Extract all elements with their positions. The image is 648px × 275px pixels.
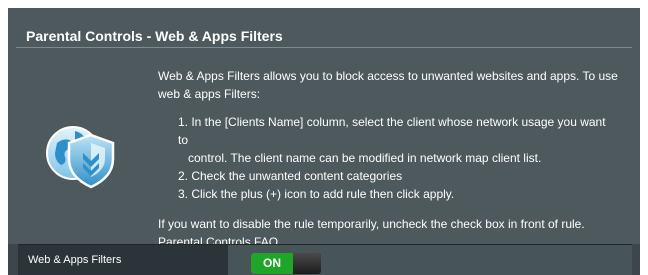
steps-list: 1. In the [Clients Name] column, select … bbox=[178, 113, 618, 203]
intro-section: Web & Apps Filters allows you to block a… bbox=[8, 53, 640, 249]
page-title: Parental Controls - Web & Apps Filters bbox=[26, 28, 283, 44]
intro-lead: Web & Apps Filters allows you to block a… bbox=[158, 69, 618, 101]
intro-text: Web & Apps Filters allows you to block a… bbox=[158, 67, 618, 251]
web-apps-filter-toggle[interactable]: ON bbox=[251, 253, 321, 274]
toggle-on-label: ON bbox=[251, 253, 293, 274]
disable-note: If you want to disable the rule temporar… bbox=[158, 217, 585, 231]
parental-controls-panel: Parental Controls - Web & Apps Filters W… bbox=[8, 8, 640, 275]
filter-setting-row: Web & Apps Filters ON bbox=[18, 244, 632, 275]
step-3: 3. Click the plus (+) icon to add rule t… bbox=[178, 187, 455, 201]
step-2: 2. Check the unwanted content categories bbox=[178, 169, 403, 183]
page-header: Parental Controls - Web & Apps Filters bbox=[8, 8, 640, 53]
filter-label: Web & Apps Filters bbox=[28, 254, 122, 266]
step-1-continued: control. The client name can be modified… bbox=[188, 151, 542, 165]
header-divider bbox=[16, 47, 632, 48]
step-1: 1. In the [Clients Name] column, select … bbox=[178, 115, 606, 147]
toggle-knob[interactable] bbox=[293, 253, 321, 274]
filter-label-cell: Web & Apps Filters bbox=[18, 245, 228, 275]
globe-shield-icon bbox=[46, 126, 115, 189]
